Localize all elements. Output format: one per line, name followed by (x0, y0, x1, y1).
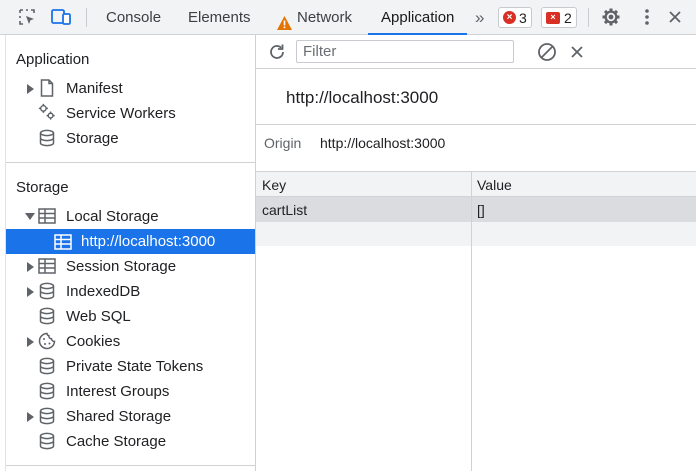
sidebar-item-label: Cookies (66, 333, 121, 350)
row-value: [] (477, 202, 485, 218)
sidebar-item-cache-storage[interactable]: Cache Storage (6, 429, 255, 454)
table-icon (38, 207, 56, 225)
table-icon (54, 233, 72, 251)
origin-row: Origin http://localhost:3000 (264, 135, 445, 151)
device-toolbar-icon[interactable] (50, 6, 72, 28)
issues-count-badge[interactable]: × 2 (541, 7, 577, 28)
devtools-tab-bar: Console Elements Network Application » ×… (0, 0, 696, 35)
table-row[interactable]: cartList [] (256, 197, 696, 222)
warning-icon (276, 9, 293, 30)
database-icon (38, 282, 56, 300)
sidebar-item-label: IndexedDB (66, 283, 141, 300)
sidebar-item-label: Service Workers (66, 105, 176, 122)
sidebar-item-label: Private State Tokens (66, 358, 204, 375)
expand-arrow-icon[interactable] (27, 337, 34, 347)
expand-arrow-icon[interactable] (27, 84, 34, 94)
column-divider[interactable] (471, 171, 472, 471)
clear-all-icon[interactable] (536, 41, 558, 63)
database-icon (38, 357, 56, 375)
sidebar-item-label: Local Storage (66, 208, 159, 225)
cookie-icon (38, 332, 56, 350)
close-icon[interactable] (664, 6, 686, 28)
database-icon (38, 307, 56, 325)
origin-title: http://localhost:3000 (286, 88, 439, 107)
sidebar-item-label: Storage (66, 130, 119, 147)
tab-network-label: Network (297, 9, 353, 26)
issues-count: 2 (564, 9, 572, 26)
sidebar-item-label: Cache Storage (66, 433, 167, 450)
database-icon (38, 382, 56, 400)
toolbar-divider (588, 8, 589, 27)
column-header-key[interactable]: Key (262, 177, 286, 193)
empty-table-row (256, 222, 696, 246)
sidebar-item-session-storage[interactable]: Session Storage (6, 254, 255, 279)
sidebar-item-web-sql[interactable]: Web SQL (6, 304, 255, 329)
sidebar-item-manifest[interactable]: Manifest (6, 76, 255, 101)
expand-arrow-icon[interactable] (27, 262, 34, 272)
sidebar-item-private-state-tokens[interactable]: Private State Tokens (6, 354, 255, 379)
table-icon (38, 257, 56, 275)
application-sidebar: Application Manifest Service Workers Sto… (0, 35, 256, 471)
delete-selected-icon[interactable] (566, 41, 588, 63)
issue-icon: × (546, 11, 560, 24)
error-icon: × (503, 11, 516, 24)
toolbar-divider (86, 8, 87, 27)
sidebar-item-local-storage[interactable]: Local Storage (6, 204, 255, 229)
sidebar-item-shared-storage[interactable]: Shared Storage (6, 404, 255, 429)
database-icon (38, 407, 56, 425)
sidebar-divider (6, 465, 256, 466)
tab-application[interactable]: Application (368, 0, 467, 35)
more-tabs-button[interactable]: » (475, 0, 484, 35)
storage-view: http://localhost:3000 Origin http://loca… (256, 35, 696, 471)
table-header: Key Value (256, 171, 696, 197)
tab-elements[interactable]: Elements (188, 0, 251, 35)
error-count: 3 (519, 9, 527, 26)
collapse-arrow-icon[interactable] (25, 213, 35, 220)
sidebar-item-storage[interactable]: Storage (6, 126, 255, 151)
sidebar-item-label: Session Storage (66, 258, 177, 275)
column-header-value[interactable]: Value (477, 177, 512, 193)
sidebar-item-indexeddb[interactable]: IndexedDB (6, 279, 255, 304)
gears-icon (38, 103, 56, 121)
storage-toolbar (256, 35, 696, 69)
sidebar-item-cookies[interactable]: Cookies (6, 329, 255, 354)
sidebar-item-label: http://localhost:3000 (81, 233, 216, 250)
tab-console[interactable]: Console (106, 0, 161, 35)
gear-icon[interactable] (600, 6, 622, 28)
sidebar-item-service-workers[interactable]: Service Workers (6, 101, 255, 126)
sidebar-item-interest-groups[interactable]: Interest Groups (6, 379, 255, 404)
inspect-element-icon[interactable] (16, 6, 38, 28)
section-divider (256, 124, 696, 125)
tab-application-label: Application (381, 9, 455, 26)
sidebar-item-label: Interest Groups (66, 383, 170, 400)
database-icon (38, 129, 56, 147)
document-icon (38, 79, 56, 97)
more-options-icon[interactable] (636, 6, 658, 28)
origin-value: http://localhost:3000 (320, 135, 446, 151)
origin-label: Origin (264, 135, 302, 151)
storage-section-header: Storage (16, 179, 69, 196)
tab-network[interactable]: Network (276, 0, 352, 35)
sidebar-item-localhost-origin[interactable]: http://localhost:3000 (6, 229, 255, 254)
expand-arrow-icon[interactable] (27, 412, 34, 422)
expand-arrow-icon[interactable] (27, 287, 34, 297)
sidebar-item-label: Shared Storage (66, 408, 172, 425)
sidebar-item-label: Web SQL (66, 308, 131, 325)
error-count-badge[interactable]: × 3 (498, 7, 532, 28)
sidebar-item-label: Manifest (66, 80, 123, 97)
sidebar-divider (6, 162, 256, 163)
database-icon (38, 432, 56, 450)
application-section-header: Application (16, 51, 90, 68)
refresh-icon[interactable] (266, 41, 288, 63)
filter-input[interactable] (296, 40, 514, 63)
row-key: cartList (262, 202, 308, 218)
key-value-table: Key Value cartList [] (256, 171, 696, 471)
